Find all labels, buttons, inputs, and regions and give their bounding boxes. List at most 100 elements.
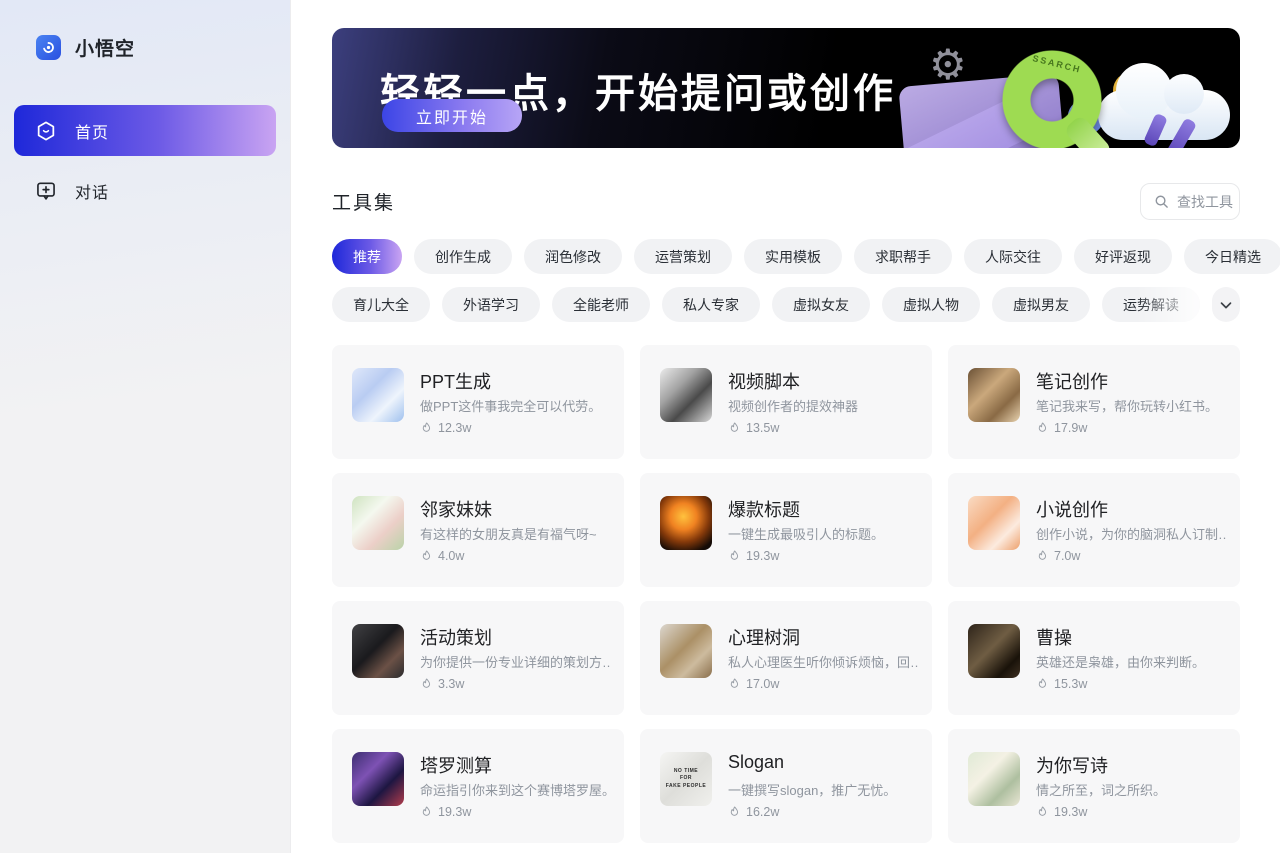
tool-thumbnail (968, 624, 1020, 678)
tool-thumbnail (660, 368, 712, 422)
sidebar-item-home[interactable]: 首页 (14, 105, 276, 156)
sidebar-item-label: 首页 (75, 119, 109, 143)
tool-title: Slogan (728, 752, 784, 773)
tool-usage: 15.3w (1036, 677, 1087, 691)
filter-chip[interactable]: 好评返现 (1074, 239, 1172, 274)
usage-count: 15.3w (1054, 677, 1087, 691)
flame-icon (1036, 421, 1049, 435)
thumbnail-text: NO TIME FOR FAKE PEOPLE (666, 768, 707, 791)
filter-chips-row1: 推荐 创作生成 润色修改 运营策划 (332, 239, 1280, 274)
tool-description: 英雄还是枭雄，由你来判断。 (1036, 652, 1226, 671)
tool-title: 为你写诗 (1036, 752, 1108, 778)
filter-chip[interactable]: 求职帮手 (854, 239, 952, 274)
filter-chip[interactable]: 运营策划 (634, 239, 732, 274)
tool-title: 笔记创作 (1036, 368, 1108, 394)
tool-card[interactable]: 为你写诗 情之所至，词之所织。 19.3w (948, 729, 1240, 843)
tool-title: PPT生成 (420, 368, 491, 394)
filter-chip[interactable]: 推荐 (332, 239, 402, 274)
filter-chip[interactable]: 人际交往 (964, 239, 1062, 274)
search-input[interactable] (1177, 194, 1239, 210)
filter-chip[interactable]: 育儿大全 (332, 287, 430, 322)
tool-description: 私人心理医生听你倾诉烦恼，回… (728, 652, 918, 671)
tool-description: 笔记我来写，帮你玩转小红书。 (1036, 396, 1226, 415)
tool-description: 有这样的女朋友真是有福气呀~ (420, 524, 610, 543)
flame-icon (1036, 549, 1049, 563)
tool-card[interactable]: 笔记创作 笔记我来写，帮你玩转小红书。 17.9w (948, 345, 1240, 459)
tool-title: 爆款标题 (728, 496, 800, 522)
flame-icon (1036, 805, 1049, 819)
flame-icon (1036, 677, 1049, 691)
tool-card[interactable]: 塔罗测算 命运指引你来到这个赛博塔罗屋。 19.3w (332, 729, 624, 843)
tool-description: 创作小说，为你的脑洞私人订制… (1036, 524, 1226, 543)
tool-usage: 19.3w (1036, 805, 1087, 819)
tool-description: 一键生成最吸引人的标题。 (728, 524, 918, 543)
usage-count: 13.5w (746, 421, 779, 435)
gear-icon: ⚙ (929, 44, 967, 86)
tool-title: 视频脚本 (728, 368, 800, 394)
tool-usage: 16.2w (728, 805, 779, 819)
app-window: 小悟空 首页 对 (0, 0, 1280, 853)
tool-title: 塔罗测算 (420, 752, 492, 778)
tool-card-grid: PPT生成 做PPT这件事我完全可以代劳。 12.3w (332, 345, 1240, 843)
tool-thumbnail (660, 624, 712, 678)
tool-card[interactable]: 心理树洞 私人心理医生听你倾诉烦恼，回… 17.0w (640, 601, 932, 715)
tool-card[interactable]: 活动策划 为你提供一份专业详细的策划方… 3.3w (332, 601, 624, 715)
chevron-down-icon (1217, 296, 1235, 314)
tool-card[interactable]: 爆款标题 一键生成最吸引人的标题。 19.3w (640, 473, 932, 587)
sidebar-nav: 首页 对话 (0, 105, 290, 216)
filter-chips-row2: 育儿大全 外语学习 全能老师 私人专家 (332, 287, 1200, 322)
cloud-shape (1098, 90, 1230, 140)
filter-chip[interactable]: 虚拟人物 (882, 287, 980, 322)
tool-usage: 4.0w (420, 549, 464, 563)
usage-count: 19.3w (746, 549, 779, 563)
main-area: 轻轻一点，开始提问或创作 ⚙ 立即开始 π (292, 0, 1280, 853)
tool-card[interactable]: PPT生成 做PPT这件事我完全可以代劳。 12.3w (332, 345, 624, 459)
sidebar-item-chat[interactable]: 对话 (14, 165, 276, 216)
tool-card[interactable]: NO TIME FOR FAKE PEOPLE Slogan 一键撰写sloga… (640, 729, 932, 843)
tool-title: 心理树洞 (728, 624, 800, 650)
tool-thumbnail (352, 496, 404, 550)
usage-count: 17.9w (1054, 421, 1087, 435)
filter-chip[interactable]: 私人专家 (662, 287, 760, 322)
tool-card[interactable]: 视频脚本 视频创作者的提效神器 13.5w (640, 345, 932, 459)
tool-usage: 12.3w (420, 421, 471, 435)
tool-thumbnail (352, 752, 404, 806)
flame-icon (420, 549, 433, 563)
filter-chip[interactable]: 虚拟男友 (992, 287, 1090, 322)
chat-plus-icon (35, 180, 57, 202)
tool-thumbnail (352, 368, 404, 422)
flame-icon (728, 549, 741, 563)
tool-thumbnail (968, 496, 1020, 550)
tool-thumbnail (968, 368, 1020, 422)
tool-card[interactable]: 邻家妹妹 有这样的女朋友真是有福气呀~ 4.0w (332, 473, 624, 587)
filter-chip[interactable]: 虚拟女友 (772, 287, 870, 322)
start-now-button[interactable]: 立即开始 (382, 99, 522, 132)
filter-chip[interactable]: 创作生成 (414, 239, 512, 274)
tool-usage: 19.3w (728, 549, 779, 563)
tool-usage: 3.3w (420, 677, 464, 691)
filter-chip[interactable]: 润色修改 (524, 239, 622, 274)
sidebar: 小悟空 首页 对 (0, 0, 291, 853)
usage-count: 16.2w (746, 805, 779, 819)
expand-filters-button[interactable] (1212, 287, 1240, 322)
tool-search-box[interactable] (1140, 183, 1240, 220)
tool-usage: 17.0w (728, 677, 779, 691)
tool-title: 曹操 (1036, 624, 1072, 650)
hero-banner[interactable]: 轻轻一点，开始提问或创作 ⚙ 立即开始 π (332, 28, 1240, 148)
tool-usage: 7.0w (1036, 549, 1080, 563)
tool-card[interactable]: 小说创作 创作小说，为你的脑洞私人订制… 7.0w (948, 473, 1240, 587)
search-magnifier-art: SSARCH (1002, 50, 1102, 148)
tool-description: 视频创作者的提效神器 (728, 396, 918, 415)
usage-count: 4.0w (438, 549, 464, 563)
usage-count: 12.3w (438, 421, 471, 435)
tool-description: 一键撰写slogan，推广无忧。 (728, 780, 918, 799)
usage-count: 19.3w (438, 805, 471, 819)
tool-card[interactable]: 曹操 英雄还是枭雄，由你来判断。 15.3w (948, 601, 1240, 715)
filter-chip[interactable]: 运势解读 (1102, 287, 1200, 322)
tool-description: 情之所至，词之所织。 (1036, 780, 1226, 799)
filter-chip[interactable]: 外语学习 (442, 287, 540, 322)
filter-chip[interactable]: 今日精选 (1184, 239, 1280, 274)
filter-chip[interactable]: 全能老师 (552, 287, 650, 322)
filter-chip[interactable]: 实用模板 (744, 239, 842, 274)
tool-description: 为你提供一份专业详细的策划方… (420, 652, 610, 671)
